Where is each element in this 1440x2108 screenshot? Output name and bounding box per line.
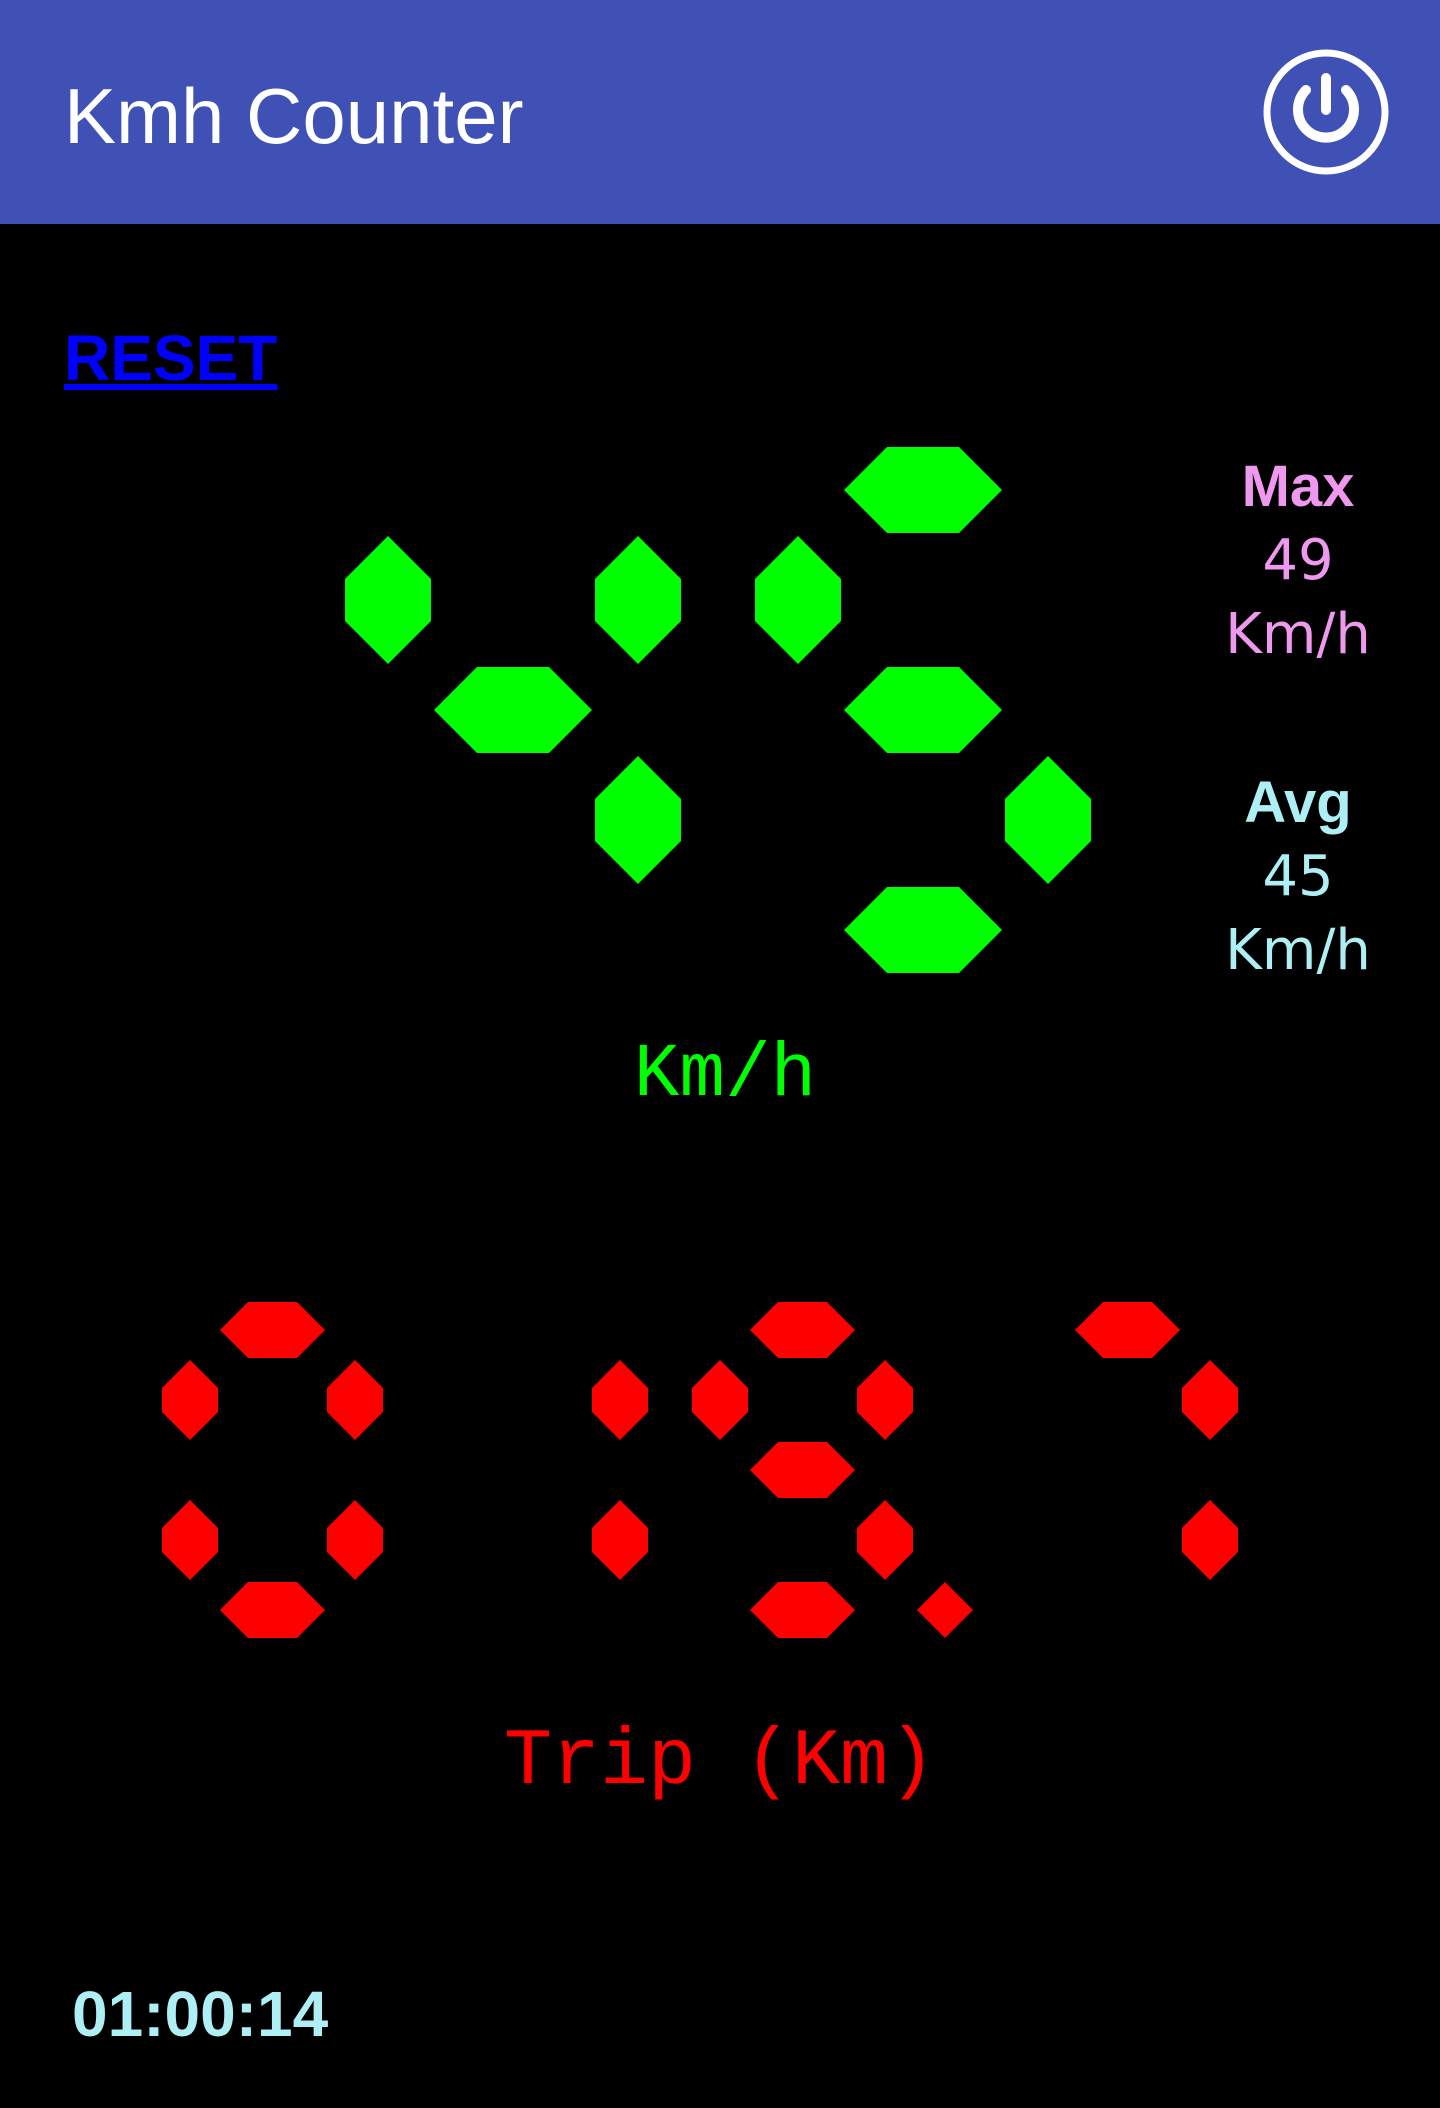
trip-decimal-point <box>917 1582 973 1638</box>
avg-speed-panel: Avg 45 Km/h <box>1180 766 1416 988</box>
power-icon <box>1263 49 1389 175</box>
trip-digit-2-segment-f <box>692 1360 748 1440</box>
trip-label: Trip (Km) <box>503 1717 937 1808</box>
trip-digit-2-segment-a <box>750 1302 855 1358</box>
elapsed-time: 01:00:14 <box>72 1978 329 2050</box>
power-button[interactable] <box>1262 48 1390 176</box>
trip-digit-2-segment-g <box>750 1442 855 1498</box>
trip-digit-1-segment-c <box>592 1500 648 1580</box>
trip-digit-0-segment-c <box>327 1500 383 1580</box>
max-label: Max <box>1241 454 1355 519</box>
max-speed-panel: Max 49 Km/h <box>1180 450 1416 672</box>
speed-display <box>345 447 1091 973</box>
speed-unit-label: Km/h <box>633 1032 817 1118</box>
trip-digit-3-segment-b <box>1182 1360 1238 1440</box>
speed-digit-0-segment-f <box>345 536 431 664</box>
speed-digit-1-segment-c <box>1005 756 1091 884</box>
speed-digit-0-segment-g <box>434 667 592 753</box>
avg-label: Avg <box>1244 770 1352 835</box>
app-title: Kmh Counter <box>64 72 524 160</box>
speed-digit-1-segment-f <box>755 536 841 664</box>
trip-digit-1-segment-b <box>592 1360 648 1440</box>
trip-digit-0-segment-a <box>220 1302 325 1358</box>
trip-digit-3-segment-a <box>1075 1302 1180 1358</box>
trip-digit-0-segment-e <box>162 1500 218 1580</box>
trip-digit-0-segment-f <box>162 1360 218 1440</box>
trip-digit-0-segment-d <box>220 1582 325 1638</box>
speed-digit-1-segment-d <box>844 887 1002 973</box>
trip-digit-3-segment-c <box>1182 1500 1238 1580</box>
reset-button[interactable]: RESET <box>64 322 277 394</box>
trip-digit-2-segment-c <box>857 1500 913 1580</box>
max-value: 49 <box>1262 528 1334 593</box>
trip-digit-2-segment-d <box>750 1582 855 1638</box>
trip-digit-0-segment-b <box>327 1360 383 1440</box>
avg-unit: Km/h <box>1225 918 1371 983</box>
trip-display <box>162 1302 1238 1638</box>
speed-digit-0-segment-b <box>595 536 681 664</box>
speed-digit-1-segment-g <box>844 667 1002 753</box>
app-bar: Kmh Counter <box>0 0 1440 224</box>
avg-value: 45 <box>1262 844 1334 909</box>
speed-digit-0-segment-c <box>595 756 681 884</box>
trip-digit-2-segment-b <box>857 1360 913 1440</box>
max-unit: Km/h <box>1225 602 1371 667</box>
speed-digit-1-segment-a <box>844 447 1002 533</box>
